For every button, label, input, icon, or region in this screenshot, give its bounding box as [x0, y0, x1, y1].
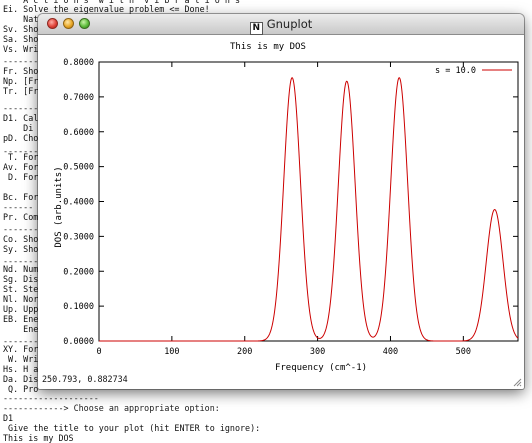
- terminal-line: D. For: [3, 172, 39, 182]
- y-tick-label: 0.1000: [63, 302, 94, 312]
- terminal-line: Np. [Fr: [3, 76, 39, 86]
- terminal-line: Av. For: [3, 162, 39, 172]
- terminal-line: Ene: [3, 324, 39, 334]
- terminal-line: Nl. Nor: [3, 294, 39, 304]
- x-tick-label: 400: [383, 347, 398, 357]
- y-tick-label: 0.5000: [63, 163, 94, 173]
- terminal-line: W. Wri: [3, 354, 39, 364]
- terminal-line: Co. Sho: [3, 234, 39, 244]
- terminal-line: Sy. Sho: [3, 244, 39, 254]
- terminal-line: Ei. Solve the eigenvalue problem <= Done…: [3, 4, 210, 14]
- terminal-line: Vs. Wri: [3, 44, 39, 54]
- terminal-line: Nat: [3, 14, 39, 24]
- terminal-line: Bc. For: [3, 192, 39, 202]
- x-tick-label: 500: [456, 347, 471, 357]
- x-axis: 0 100 200 300 400 500: [96, 62, 471, 357]
- terminal-line: pD. Cho: [3, 133, 39, 143]
- dos-plot[interactable]: This is my DOS 0 100 200 300 400 500 0.00000.…: [38, 14, 524, 389]
- x-tick-label: 300: [310, 347, 325, 357]
- terminal-line: Pr. Com: [3, 212, 39, 222]
- terminal-line: D1: [3, 413, 14, 423]
- terminal-line: Sa. Sho: [3, 34, 39, 44]
- terminal-line: Sv. Sho: [3, 24, 39, 34]
- x-tick-label: 100: [164, 347, 179, 357]
- y-tick-label: 0.3000: [63, 232, 94, 242]
- y-tick-label: 0.6000: [63, 128, 94, 138]
- y-tick-label: 0.7000: [63, 93, 94, 103]
- dos-curve: [99, 77, 519, 342]
- terminal-line: D1. Cal: [3, 113, 39, 123]
- terminal-line: Tr. [Fr: [3, 86, 39, 96]
- terminal-line: Da. Dis: [3, 374, 39, 384]
- y-axis: 0.0000 0.1000 0.2000 0.3000 0.4000 0.5000 0.60…: [63, 58, 518, 347]
- terminal-line: T. For: [3, 152, 39, 162]
- resize-grip-icon[interactable]: [512, 377, 522, 387]
- terminal-line: Hs. H a: [3, 364, 39, 374]
- terminal-line: Sg. Dis: [3, 274, 39, 284]
- terminal-line: St. Ste: [3, 284, 39, 294]
- terminal-line: Give the title to your plot (hit ENTER t…: [3, 423, 261, 433]
- terminal-line: This is my DOS: [3, 433, 74, 443]
- legend: s = 10.0: [435, 66, 512, 76]
- x-tick-label: 200: [237, 347, 252, 357]
- terminal-line: ------------> Choose an appropriate opti…: [3, 403, 220, 413]
- y-axis-label: DOS (arb.units): [54, 166, 64, 247]
- legend-label: s = 10.0: [435, 66, 476, 76]
- x-axis-label: Frequency (cm^-1): [275, 363, 367, 373]
- terminal-line: EB. Ene: [3, 314, 39, 324]
- terminal-line: Nd. Num: [3, 264, 39, 274]
- terminal-line: Fr. Sho: [3, 66, 39, 76]
- y-tick-label: 0.8000: [63, 58, 94, 68]
- y-tick-label: 0.2000: [63, 267, 94, 277]
- gnuplot-window[interactable]: N Gnuplot This is my DOS 0 100 200 300 400 500…: [38, 14, 524, 389]
- y-tick-label: 0.0000: [63, 337, 94, 347]
- terminal-line: XY. For: [3, 344, 39, 354]
- mouse-coordinate-readout: 250.793, 0.882734: [42, 374, 128, 384]
- terminal-line: -------------------: [3, 393, 99, 403]
- terminal-line: Di: [3, 123, 34, 133]
- x-tick-label: 0: [96, 347, 101, 357]
- terminal-line: Up. Upp: [3, 304, 39, 314]
- y-tick-label: 0.4000: [63, 198, 94, 208]
- chart-title: This is my DOS: [230, 42, 306, 52]
